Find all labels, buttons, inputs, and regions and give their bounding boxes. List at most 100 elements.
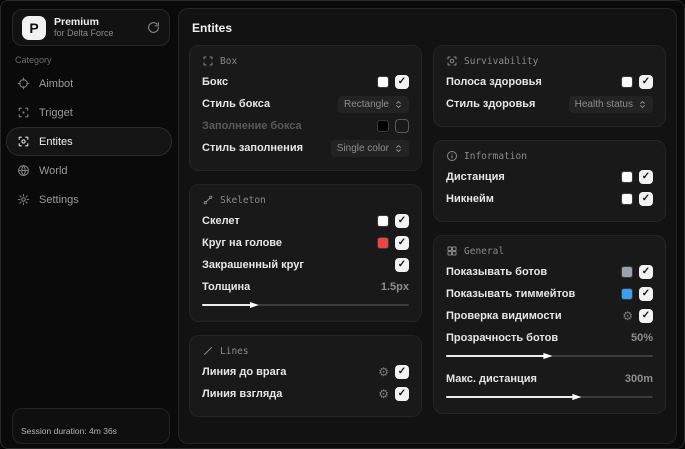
sidebar-item-label: Trigget <box>39 106 73 119</box>
row-settings-gear-icon[interactable]: ⚙ <box>622 310 633 322</box>
section-title: Skeleton <box>220 194 266 206</box>
category-label: Category <box>15 55 52 65</box>
color-swatch[interactable] <box>377 215 389 227</box>
globe-icon <box>17 164 30 177</box>
section-survivability: Survivability Полоса здоровья ✓ Стиль зд… <box>433 45 666 127</box>
row-distance: Дистанция ✓ <box>446 166 653 188</box>
sidebar-item-trigget[interactable]: Trigget <box>6 98 172 127</box>
slider-thumb[interactable] <box>572 393 582 401</box>
sidebar-item-label: Settings <box>39 193 79 206</box>
bot-opacity-slider[interactable] <box>446 351 653 361</box>
chevrons-up-down-icon <box>394 143 403 154</box>
refresh-icon[interactable] <box>147 21 160 34</box>
checkbox[interactable] <box>395 119 409 133</box>
section-general: General Показывать ботов ✓ Показывать ти… <box>433 235 666 414</box>
line-icon <box>202 345 214 357</box>
sidebar-item-entites[interactable]: Entites <box>6 127 172 156</box>
brand-subtitle: for Delta Force <box>54 28 114 39</box>
gear-icon <box>17 193 30 206</box>
box-style-select[interactable]: Rectangle <box>337 95 409 113</box>
section-lines: Lines Линия до врага ⚙ ✓ Линия взгляда ⚙ <box>189 335 422 417</box>
color-swatch[interactable] <box>621 266 633 278</box>
checkbox[interactable]: ✓ <box>639 309 653 323</box>
checkbox[interactable]: ✓ <box>395 387 409 401</box>
checkbox[interactable]: ✓ <box>639 75 653 89</box>
thickness-slider[interactable] <box>202 300 409 310</box>
info-icon <box>446 150 458 162</box>
color-swatch[interactable] <box>621 288 633 300</box>
section-skeleton: Skeleton Скелет ✓ Круг на голове ✓ Закра… <box>189 184 422 322</box>
color-swatch[interactable] <box>621 193 633 205</box>
color-swatch[interactable] <box>377 76 389 88</box>
sidebar-item-world[interactable]: World <box>6 156 172 185</box>
sidebar: P Premium for Delta Force Category Aimbo… <box>1 1 177 448</box>
row-health-bar: Полоса здоровья ✓ <box>446 71 653 93</box>
row-box-style: Стиль бокса Rectangle <box>202 93 409 115</box>
sidebar-item-label: Aimbot <box>39 77 74 90</box>
checkbox[interactable]: ✓ <box>395 75 409 89</box>
row-box-fill: Заполнение бокса <box>202 115 409 137</box>
max-distance-slider[interactable] <box>446 392 653 402</box>
color-swatch[interactable] <box>377 237 389 249</box>
sidebar-item-settings[interactable]: Settings <box>6 185 172 214</box>
brand-title: Premium <box>54 16 99 29</box>
section-title: Information <box>464 150 527 162</box>
row-max-distance: Макс. дистанция 300m <box>446 373 653 385</box>
checkbox[interactable]: ✓ <box>639 192 653 206</box>
brand-logo: P <box>22 15 46 40</box>
session-card: Session duration: 4m 36s <box>12 408 170 444</box>
row-line-to-enemy: Линия до врага ⚙ ✓ <box>202 361 409 383</box>
row-settings-gear-icon[interactable]: ⚙ <box>378 388 389 400</box>
checkbox[interactable]: ✓ <box>395 258 409 272</box>
main-panel: Entites Box Бокс ✓ Стиль бокса Rectangle… <box>178 8 677 444</box>
fill-style-select[interactable]: Single color <box>330 139 409 157</box>
health-style-select[interactable]: Health status <box>568 95 653 113</box>
scan-box-icon <box>202 55 214 67</box>
row-show-teammates: Показывать тиммейтов ✓ <box>446 283 653 305</box>
sidebar-nav: Aimbot Trigget Entites World Settings <box>1 69 177 214</box>
color-swatch[interactable] <box>621 171 633 183</box>
trigger-icon <box>17 106 30 119</box>
slider-thumb[interactable] <box>249 301 259 309</box>
session-duration: Session duration: 4m 36s <box>21 426 117 436</box>
sidebar-item-label: Entites <box>39 135 73 148</box>
chevrons-up-down-icon <box>394 99 403 110</box>
slider-value: 1.5px <box>380 281 409 293</box>
entities-icon <box>17 135 30 148</box>
brand-card: P Premium for Delta Force <box>12 9 170 46</box>
row-box-enable: Бокс ✓ <box>202 71 409 93</box>
slider-thumb[interactable] <box>543 352 553 360</box>
row-visibility-check: Проверка видимости ⚙ ✓ <box>446 305 653 327</box>
crosshair-icon <box>17 77 30 90</box>
checkbox[interactable]: ✓ <box>639 170 653 184</box>
chevrons-up-down-icon <box>638 99 647 110</box>
section-title: Box <box>220 55 238 67</box>
color-swatch[interactable] <box>377 120 389 132</box>
checkbox[interactable]: ✓ <box>639 265 653 279</box>
checkbox[interactable]: ✓ <box>395 365 409 379</box>
row-skeleton-enable: Скелет ✓ <box>202 210 409 232</box>
right-column: Survivability Полоса здоровья ✓ Стиль зд… <box>433 45 666 417</box>
section-title: Lines <box>220 345 249 357</box>
row-thickness: Толщина 1.5px <box>202 281 409 293</box>
slider-value: 300m <box>624 373 653 385</box>
row-show-bots: Показывать ботов ✓ <box>446 261 653 283</box>
grid-icon <box>446 245 458 257</box>
sidebar-item-aimbot[interactable]: Aimbot <box>6 69 172 98</box>
row-fill-style: Стиль заполнения Single color <box>202 137 409 159</box>
checkbox[interactable]: ✓ <box>395 214 409 228</box>
section-box: Box Бокс ✓ Стиль бокса Rectangle Заполне… <box>189 45 422 171</box>
row-line-of-sight: Линия взгляда ⚙ ✓ <box>202 383 409 405</box>
checkbox[interactable]: ✓ <box>395 236 409 250</box>
row-settings-gear-icon[interactable]: ⚙ <box>378 366 389 378</box>
color-swatch[interactable] <box>621 76 633 88</box>
left-column: Box Бокс ✓ Стиль бокса Rectangle Заполне… <box>189 45 422 417</box>
page-title: Entites <box>192 21 233 35</box>
sidebar-item-label: World <box>39 164 68 177</box>
section-information: Information Дистанция ✓ Никнейм ✓ <box>433 140 666 222</box>
app-window: P Premium for Delta Force Category Aimbo… <box>0 0 685 449</box>
bone-icon <box>202 194 214 206</box>
checkbox[interactable]: ✓ <box>639 287 653 301</box>
section-title: General <box>464 245 505 257</box>
row-health-style: Стиль здоровья Health status <box>446 93 653 115</box>
